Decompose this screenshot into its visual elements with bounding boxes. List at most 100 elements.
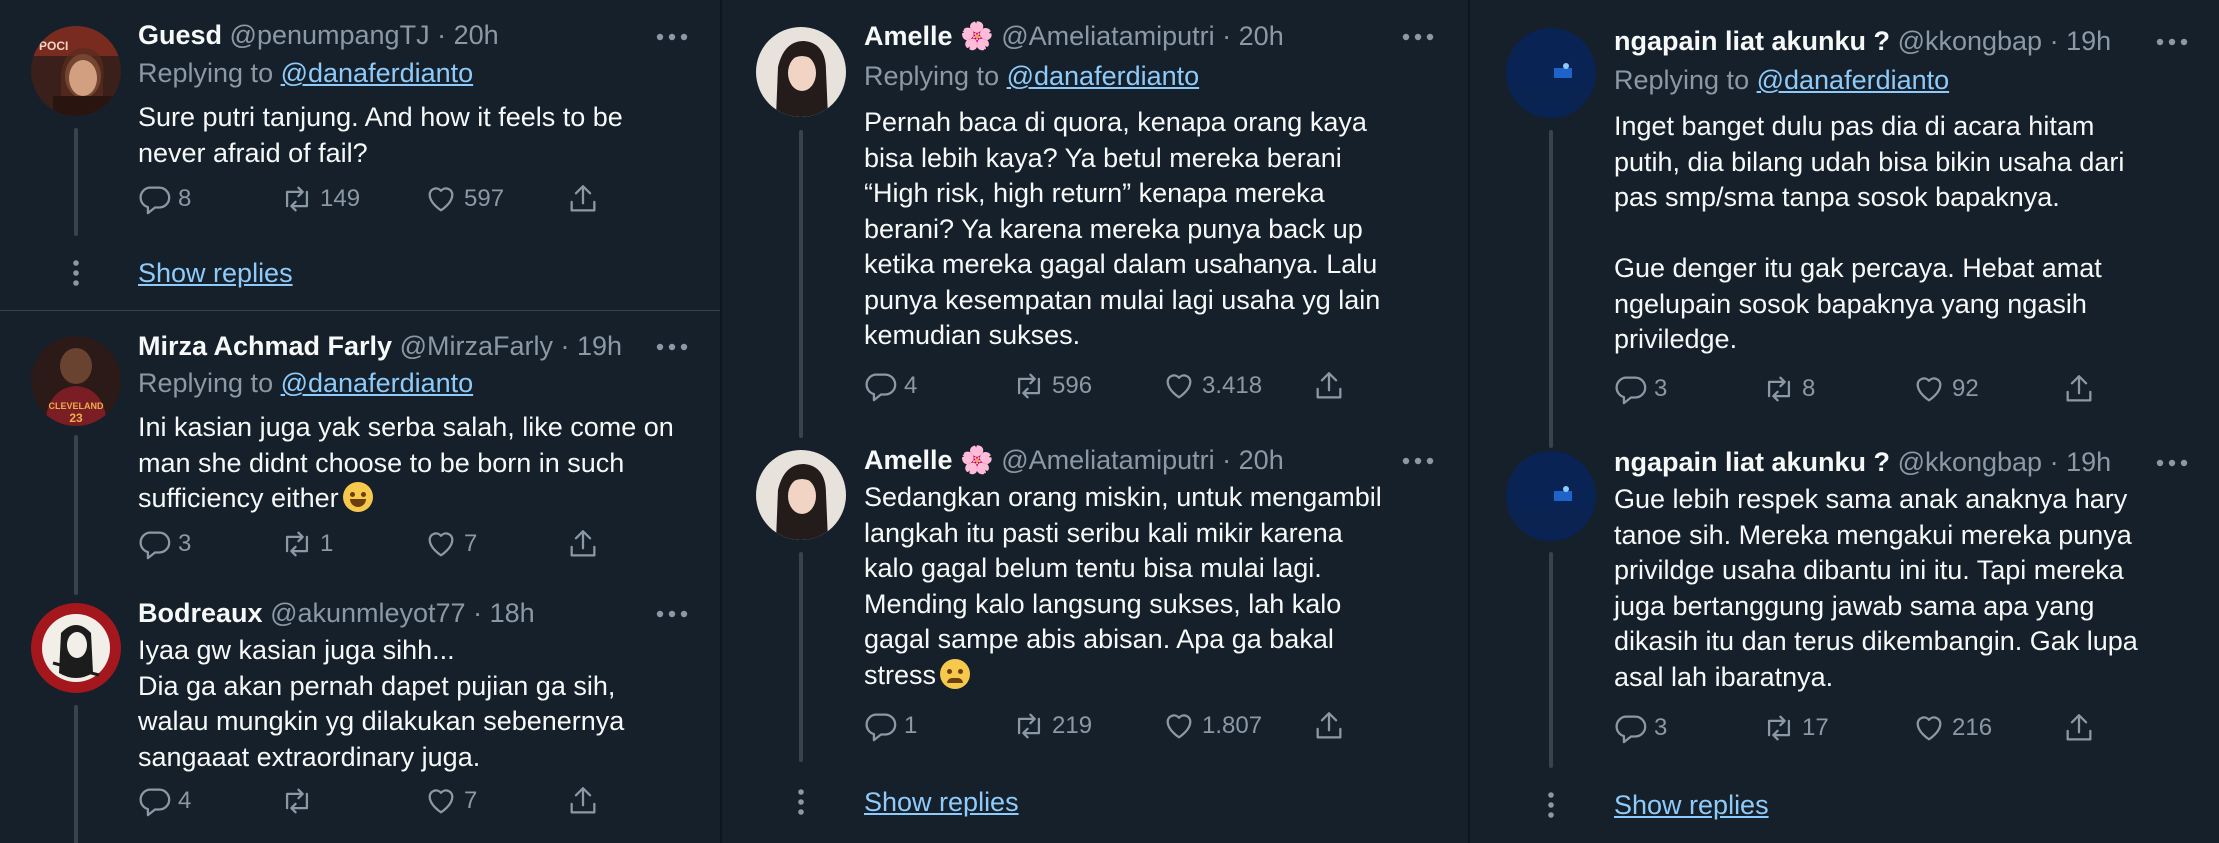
like-button[interactable]: 7 [424,784,477,818]
more-options-icon[interactable] [1398,446,1438,476]
reply-button[interactable]: 1 [864,709,917,743]
reply-button[interactable]: 8 [138,182,191,216]
share-button[interactable] [2062,711,2102,745]
tweet-text: Iyaa gw kasian juga sihh... Dia ga akan … [138,635,625,772]
mention-link[interactable]: @danaferdianto [281,58,474,88]
retweet-button[interactable]: 149 [280,182,360,216]
retweet-icon [1767,376,1791,402]
avatar[interactable] [756,450,846,540]
tweet-actions: 3 8 92 [1614,372,2114,408]
reply-icon [865,713,897,742]
display-name[interactable]: ngapain liat akunku ? [1614,447,1890,477]
avatar[interactable] [1506,451,1596,541]
user-handle[interactable]: @kkongbap [1898,26,2043,56]
share-icon [1316,712,1342,739]
more-options-icon[interactable] [652,599,692,629]
display-name[interactable]: Guesd [138,20,222,50]
retweet-count: 596 [1052,372,1093,399]
display-name[interactable]: Mirza Achmad Farly [138,331,392,361]
share-button[interactable] [566,784,606,818]
user-handle[interactable]: @MirzaFarly [400,331,553,361]
user-handle[interactable]: @kkongbap [1898,447,2043,477]
timestamp[interactable]: 20h [1239,21,1284,51]
tweet-text: Pernah baca di quora, kenapa orang kaya … [864,107,1381,350]
svg-text:POCI: POCI [39,39,68,53]
retweet-button[interactable]: 219 [1012,709,1092,743]
timestamp[interactable]: 20h [1239,445,1284,475]
tweet[interactable]: ngapain liat akunku ? @kkongbap · 19h Re… [1470,0,2219,430]
avatar[interactable] [1506,28,1596,118]
display-name[interactable]: Bodreaux [138,598,263,628]
display-name[interactable]: Amelle 🌸 [864,21,994,51]
svg-text:CLEVELAND: CLEVELAND [48,401,104,411]
avatar[interactable] [756,27,846,117]
tweet[interactable]: Amelle 🌸 @Ameliatamiputri · 20h Replying… [722,0,1468,430]
like-button[interactable]: 216 [1912,711,1992,745]
tweet[interactable]: Bodreaux @akunmleyot77 · 18h Iyaa gw kas… [0,596,720,843]
retweet-button[interactable] [280,784,320,818]
reply-button[interactable]: 4 [138,784,191,818]
retweet-count: 1 [320,530,334,557]
user-handle[interactable]: @akunmleyot77 [270,598,466,628]
like-button[interactable]: 1.807 [1162,709,1262,743]
replying-to: Replying to @danaferdianto [138,58,474,88]
reply-button[interactable]: 3 [138,527,191,561]
like-button[interactable]: 92 [1912,372,1979,406]
user-handle[interactable]: @Ameliatamiputri [1001,445,1214,475]
mention-link[interactable]: @danaferdianto [281,368,474,398]
user-handle[interactable]: @penumpangTJ [230,20,430,50]
timestamp[interactable]: 19h [2066,26,2111,56]
more-options-icon[interactable] [652,332,692,362]
tweet-header: Amelle 🌸 @Ameliatamiputri · 20h [864,443,1284,477]
separator-dot: · [429,20,454,50]
avatar[interactable] [31,603,121,693]
share-button[interactable] [1312,709,1352,743]
share-button[interactable] [566,182,606,216]
like-button[interactable]: 7 [424,527,477,561]
show-replies-link[interactable]: Show replies [864,785,1019,819]
share-button[interactable] [566,527,606,561]
heart-icon [1916,377,1942,402]
heart-icon [1916,716,1942,741]
retweet-button[interactable]: 17 [1762,711,1829,745]
share-button[interactable] [1312,369,1352,403]
reply-count: 4 [904,372,918,399]
more-options-icon[interactable] [2152,27,2192,57]
more-options-icon[interactable] [1398,22,1438,52]
timestamp[interactable]: 18h [490,598,535,628]
reply-button[interactable]: 4 [864,369,917,403]
tweet[interactable]: CLEVELAND 23 Mirza Achmad Farly @MirzaFar… [0,311,720,596]
mention-link[interactable]: @danaferdianto [1757,65,1950,95]
mention-link[interactable]: @danaferdianto [1007,61,1200,91]
retweet-count: 8 [1802,375,1816,402]
retweet-button[interactable]: 596 [1012,369,1092,403]
tweet[interactable]: ngapain liat akunku ? @kkongbap · 19h Gu… [1470,430,2219,843]
timestamp[interactable]: 20h [454,20,499,50]
more-options-icon[interactable] [652,22,692,52]
reply-icon [139,186,171,215]
share-button[interactable] [2062,372,2102,406]
timestamp[interactable]: 19h [2066,447,2111,477]
tweet-header: Guesd @penumpangTJ · 20h [138,18,499,52]
display-name[interactable]: ngapain liat akunku ? [1614,26,1890,56]
user-handle[interactable]: @Ameliatamiputri [1001,21,1214,51]
tweet[interactable]: Amelle 🌸 @Ameliatamiputri · 20h Sedangka… [722,430,1468,843]
reply-button[interactable]: 3 [1614,372,1667,406]
separator-dot: · [2042,26,2067,56]
tweet[interactable]: POCI Guesd @penumpangTJ · 20h Replying t… [0,0,720,310]
separator-dot: · [465,598,490,628]
tweet-actions: 4 7 [138,784,618,820]
timestamp[interactable]: 19h [577,331,622,361]
avatar[interactable]: CLEVELAND 23 [31,336,121,426]
like-button[interactable]: 597 [424,182,504,216]
show-replies-link[interactable]: Show replies [138,256,293,290]
more-options-icon[interactable] [2152,448,2192,478]
like-button[interactable]: 3.418 [1162,369,1262,403]
retweet-button[interactable]: 1 [280,527,333,561]
display-name[interactable]: Amelle 🌸 [864,445,994,475]
reply-button[interactable]: 3 [1614,711,1667,745]
tweet-header: Mirza Achmad Farly @MirzaFarly · 19h [138,329,622,363]
avatar[interactable]: POCI [31,26,121,116]
show-replies-link[interactable]: Show replies [1614,788,1769,822]
retweet-button[interactable]: 8 [1762,372,1815,406]
